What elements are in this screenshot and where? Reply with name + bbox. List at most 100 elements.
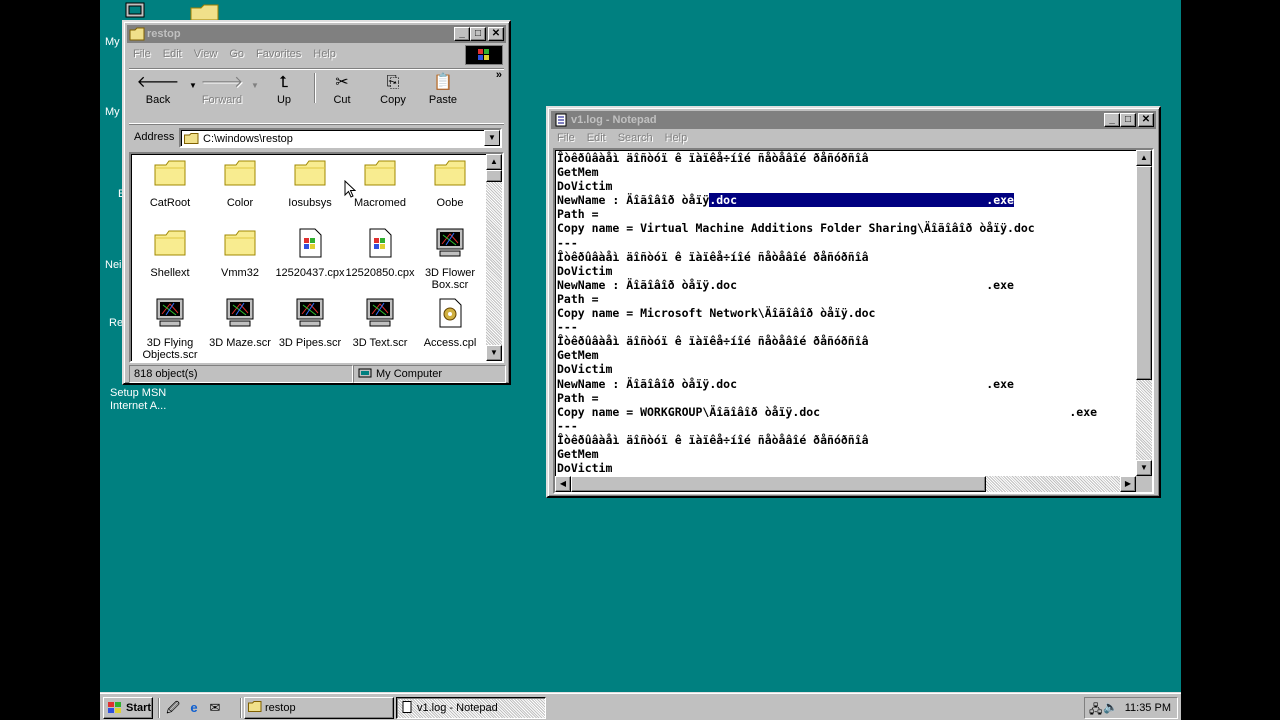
windows-logo-throbber bbox=[465, 45, 503, 65]
menu-favorites[interactable]: Favorites bbox=[250, 45, 307, 63]
scroll-left-button[interactable]: ◀ bbox=[555, 476, 571, 492]
folder-icon bbox=[248, 701, 262, 712]
menu-help[interactable]: Help bbox=[659, 129, 694, 147]
notepad-menubar: File Edit Search Help bbox=[551, 129, 1156, 147]
task-button-restop[interactable]: restop bbox=[244, 697, 394, 719]
back-label: Back bbox=[145, 94, 171, 106]
file-item-label: Vmm32 bbox=[221, 267, 259, 279]
hscroll-thumb[interactable] bbox=[571, 476, 986, 492]
maximize-button[interactable]: □ bbox=[470, 27, 486, 41]
scroll-thumb[interactable] bbox=[486, 170, 502, 182]
scroll-up-button[interactable]: ▲ bbox=[486, 154, 502, 170]
file-item[interactable]: Access.cpl bbox=[415, 298, 485, 349]
outlook-express-icon[interactable]: ✉ bbox=[206, 699, 224, 717]
maximize-button[interactable]: □ bbox=[1120, 113, 1136, 127]
selected-text[interactable]: .doc .exe bbox=[709, 193, 1014, 208]
copy-button[interactable]: ⎘ Copy bbox=[366, 72, 420, 106]
status-location: My Computer bbox=[376, 368, 443, 380]
notepad-titlebar[interactable]: v1.log - Notepad _ □ ✕ bbox=[551, 111, 1156, 129]
scroll-down-button[interactable]: ▼ bbox=[1136, 460, 1152, 476]
file-item-label: Shellext bbox=[150, 267, 190, 279]
text-line: DoVictim bbox=[557, 461, 613, 474]
file-item[interactable]: 3D Flying Objects.scr bbox=[135, 298, 205, 361]
file-item[interactable]: 3D Flower Box.scr bbox=[415, 228, 485, 291]
vertical-scrollbar[interactable]: ▲ ▼ bbox=[1136, 150, 1152, 476]
toolbar-overflow-chevron-icon[interactable]: » bbox=[496, 69, 502, 81]
taskbar-separator bbox=[158, 698, 160, 718]
back-button[interactable]: 🡐 Back bbox=[131, 72, 185, 106]
desktop-icon-my-computer-label[interactable]: My bbox=[105, 106, 120, 119]
system-tray: 🖧 🔈 11:35 PM bbox=[1084, 697, 1178, 719]
back-arrow-icon: 🡐 bbox=[136, 74, 180, 91]
file-item[interactable]: 3D Text.scr bbox=[345, 298, 415, 349]
text-line: DoVictim bbox=[557, 263, 613, 278]
windows-logo-icon bbox=[108, 702, 121, 713]
screensaver-icon bbox=[296, 298, 324, 327]
menu-search[interactable]: Search bbox=[612, 129, 659, 147]
address-input[interactable]: C:\windows\restop ▼ bbox=[179, 128, 502, 148]
screensaver-icon bbox=[436, 228, 464, 257]
start-button[interactable]: Start bbox=[103, 697, 153, 719]
text-line: GetMem bbox=[557, 165, 599, 180]
clock[interactable]: 11:35 PM bbox=[1125, 702, 1171, 714]
file-item[interactable]: 12520850.cpx bbox=[345, 228, 415, 279]
address-dropdown-button[interactable]: ▼ bbox=[484, 130, 500, 146]
tray-network-icon[interactable]: 🖧 bbox=[1089, 700, 1102, 720]
menu-help[interactable]: Help bbox=[307, 45, 342, 63]
menu-go[interactable]: Go bbox=[223, 45, 250, 63]
scissors-icon: ✂ bbox=[335, 74, 349, 91]
minimize-button[interactable]: _ bbox=[454, 27, 470, 41]
explorer-titlebar[interactable]: restop _ □ ✕ bbox=[127, 25, 506, 43]
desktop-shortcut-icon[interactable]: 🖉 bbox=[164, 699, 182, 717]
address-label: Address bbox=[134, 131, 175, 143]
task-button-notepad[interactable]: v1.log - Notepad bbox=[396, 697, 546, 719]
vertical-scrollbar[interactable]: ▲ ▼ bbox=[486, 154, 502, 361]
menu-edit[interactable]: Edit bbox=[157, 45, 188, 63]
file-item[interactable]: Shellext bbox=[135, 228, 205, 279]
scroll-down-button[interactable]: ▼ bbox=[486, 345, 502, 361]
file-item[interactable]: Color bbox=[205, 158, 275, 209]
menu-file[interactable]: File bbox=[551, 129, 581, 147]
file-item[interactable]: Iosubsys bbox=[275, 158, 345, 209]
menu-view[interactable]: View bbox=[188, 45, 224, 63]
file-item-label: Color bbox=[226, 197, 254, 209]
file-item-label: 3D Flying Objects.scr bbox=[142, 337, 198, 361]
volume-icon[interactable]: 🔈 bbox=[1103, 700, 1118, 714]
file-item[interactable]: 3D Pipes.scr bbox=[275, 298, 345, 349]
file-item[interactable]: Vmm32 bbox=[205, 228, 275, 279]
menu-file[interactable]: File bbox=[127, 45, 157, 63]
file-item[interactable]: Oobe bbox=[415, 158, 485, 209]
cut-button[interactable]: ✂ Cut bbox=[315, 72, 369, 106]
desktop-icon-my-documents-label[interactable]: My bbox=[105, 36, 120, 49]
scroll-thumb[interactable] bbox=[1136, 166, 1152, 380]
monitor-icon[interactable] bbox=[125, 2, 145, 20]
paste-button[interactable]: 📋 Paste bbox=[416, 72, 470, 106]
taskbar-separator bbox=[240, 698, 242, 718]
menu-edit[interactable]: Edit bbox=[581, 129, 612, 147]
scroll-up-button[interactable]: ▲ bbox=[1136, 150, 1152, 166]
file-item[interactable]: 3D Maze.scr bbox=[205, 298, 275, 349]
editor-text[interactable]: Îòêðûâàåì äîñòóï ê ïàïêå÷íîé ñåòåâîé ðåñ… bbox=[557, 151, 1134, 474]
text-line: DoVictim bbox=[557, 179, 613, 194]
desktop-icon-recycle-label[interactable]: Re bbox=[109, 317, 123, 330]
close-button[interactable]: ✕ bbox=[1138, 113, 1154, 127]
close-button[interactable]: ✕ bbox=[488, 27, 504, 41]
notepad-window: v1.log - Notepad _ □ ✕ File Edit Search … bbox=[546, 106, 1161, 498]
forward-arrow-icon: 🡒 bbox=[200, 74, 244, 91]
internet-explorer-icon[interactable]: e bbox=[185, 699, 203, 717]
minimize-button[interactable]: _ bbox=[1104, 113, 1120, 127]
scroll-right-button[interactable]: ▶ bbox=[1120, 476, 1136, 492]
control-panel-icon bbox=[439, 298, 462, 328]
status-object-count: 818 object(s) bbox=[129, 365, 353, 383]
up-button[interactable]: ⮤ Up bbox=[257, 72, 311, 106]
horizontal-scrollbar[interactable]: ◀ ▶ bbox=[555, 476, 1136, 492]
folder-icon bbox=[434, 160, 466, 186]
folder-icon[interactable] bbox=[190, 3, 220, 21]
folder-icon bbox=[184, 133, 199, 144]
forward-button[interactable]: 🡒 Forward bbox=[195, 72, 249, 106]
text-editor[interactable]: Îòêðûâàåì äîñòóï ê ïàïêå÷íîé ñåòåâîé ðåñ… bbox=[553, 148, 1154, 494]
file-item[interactable]: CatRoot bbox=[135, 158, 205, 209]
file-item[interactable]: 12520437.cpx bbox=[275, 228, 345, 279]
folder-icon bbox=[154, 160, 186, 186]
desktop-icon-setup-msn[interactable]: Setup MSN Internet A... bbox=[110, 387, 166, 413]
